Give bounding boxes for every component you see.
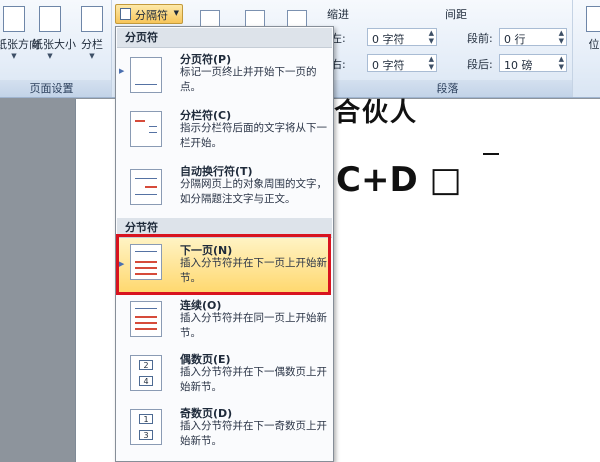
document-line-2: C+D □ [336,160,462,200]
chevron-down-icon: ▼ [11,52,17,60]
page-setup-group-label: 页面设置 [0,80,111,97]
spacing-after-field: 段后: 10 磅 ▲ ▼ [451,54,569,72]
page-size-label: 纸张大小 [32,38,76,51]
spacing-before-field: 段前: 0 行 ▲ ▼ [451,28,569,46]
spinner-icon[interactable]: ▲ ▼ [429,55,434,71]
even-page-icon: 2 4 [130,355,162,391]
indent-right-input[interactable]: 0 字符 ▲ ▼ [367,54,437,72]
chevron-down-icon: ▼ [173,9,179,17]
odd-page-icon: 1 3 [130,409,162,445]
menu-item-description: 插入分节符并在下一偶数页上开始新节。 [180,366,327,393]
menu-item-text-wrapping-break[interactable]: 自动换行符(T) 分隔网页上的对象周围的文字，如分隔题注文字与正文。 [118,163,331,215]
chevron-down-icon: ▼ [89,52,95,60]
column-break-icon [130,111,162,147]
menu-item-continuous[interactable]: 连续(O) 插入分节符并在同一页上开始新节。 [118,297,331,349]
menu-item-description: 插入分节符并在同一页上开始新节。 [180,312,327,339]
breaks-label: 分隔符 [135,9,168,22]
columns-label: 分栏 [81,38,103,51]
page-size-icon [39,6,61,32]
spinner-icon[interactable]: ▲ ▼ [559,29,564,45]
indent-left-value: 0 字符 [372,33,405,46]
position-icon [586,6,600,32]
text-wrapping-break-icon [130,169,162,205]
menu-item-description: 插入分节符并在下一奇数页上开始新节。 [180,420,327,447]
paragraph-group: 缩进 间距 左: 0 字符 ▲ ▼ 右: 0 字符 ▲ ▼ 段前: 0 行 ▲ ▼ 段… [323,0,573,97]
columns-button[interactable]: 分栏 ▼ [78,4,106,64]
columns-icon [81,6,103,32]
menu-item-description: 指示分栏符后面的文字将从下一栏开始。 [180,122,327,149]
spacing-after-value: 10 磅 [504,59,533,72]
document-line-1: 合伙人 [334,98,419,128]
selection-highlight-box [116,234,331,295]
orientation-icon [3,6,25,32]
spacing-after-label: 段后: [467,58,493,71]
menu-item-odd-page[interactable]: 1 3 奇数页(D) 插入分节符并在下一奇数页上开始新节。 [118,405,331,459]
position-label: 位 [588,38,600,51]
spinner-icon[interactable]: ▲ ▼ [559,55,564,71]
indent-left-field: 左: 0 字符 ▲ ▼ [331,28,441,46]
indent-right-value: 0 字符 [372,59,405,72]
spinner-icon[interactable]: ▲ ▼ [429,29,434,45]
menu-item-column-break[interactable]: 分栏符(C) 指示分栏符后面的文字将从下一栏开始。 [118,107,331,159]
continuous-icon [130,301,162,337]
indent-title: 缩进 [327,8,349,21]
menu-item-description: 分隔网页上的对象周围的文字，如分隔题注文字与正文。 [180,178,327,205]
orientation-button[interactable]: 纸张方向 ▼ [0,4,40,64]
indent-left-input[interactable]: 0 字符 ▲ ▼ [367,28,437,46]
menu-item-description: 标记一页终止并开始下一页的点。 [180,66,317,93]
default-marker-icon: ▶ [119,67,125,75]
chevron-down-icon: ▼ [47,52,53,60]
spacing-title: 间距 [445,8,467,21]
spacing-before-label: 段前: [467,32,493,45]
spacing-before-value: 0 行 [504,33,526,46]
page-breaks-section-header: 分页符 [117,28,332,48]
spacing-after-input[interactable]: 10 磅 ▲ ▼ [499,54,567,72]
menu-item-page-break[interactable]: ▶ 分页符(P) 标记一页终止并开始下一页的点。 [118,51,331,103]
page-setup-group: 纸张方向 ▼ 纸张大小 ▼ 分栏 ▼ 页面设置 [0,0,112,97]
page-size-button[interactable]: 纸张大小 ▼ [32,4,76,64]
menu-item-even-page[interactable]: 2 4 偶数页(E) 插入分节符并在下一偶数页上开始新节。 [118,351,331,403]
indent-right-field: 右: 0 字符 ▲ ▼ [331,54,441,72]
breaks-icon [120,8,131,20]
breaks-button[interactable]: 分隔符 ▼ [115,4,183,24]
document-underline-mark [483,153,499,155]
page-break-icon [130,57,162,93]
orientation-label: 纸张方向 [0,38,40,51]
spacing-before-input[interactable]: 0 行 ▲ ▼ [499,28,567,46]
position-button[interactable]: 位 [582,4,600,64]
